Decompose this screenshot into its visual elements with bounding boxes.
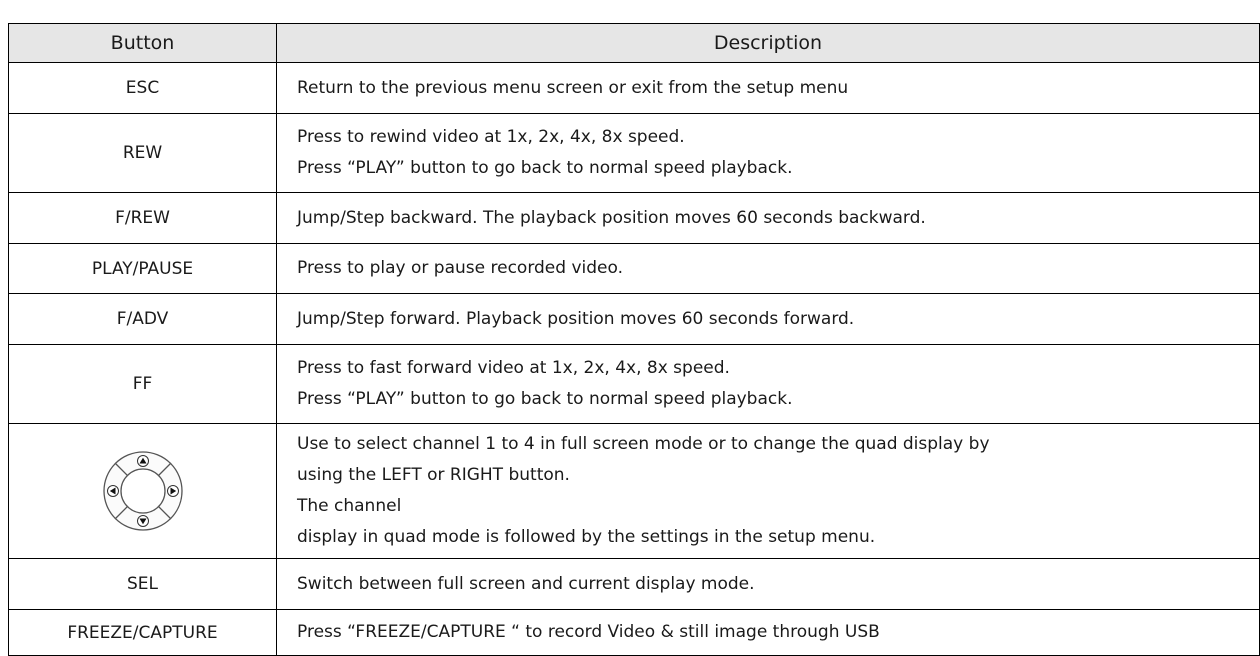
description-cell: Jump/Step backward. The playback positio… — [276, 192, 1260, 244]
description-cell: Switch between full screen and current d… — [276, 558, 1260, 610]
header-button: Button — [8, 23, 277, 63]
table-header-row: Button Description — [8, 23, 1260, 63]
description-line: using the LEFT or RIGHT button. — [297, 465, 570, 485]
description-line: Press to play or pause recorded video. — [297, 258, 624, 278]
table-row: F/REW Jump/Step backward. The playback p… — [8, 192, 1260, 244]
button-name: ESC — [8, 62, 277, 114]
description-cell: Press to play or pause recorded video. — [276, 243, 1260, 294]
button-name: F/REW — [8, 192, 277, 244]
table-row: ESC Return to the previous menu screen o… — [8, 62, 1260, 114]
description-line: Press “PLAY” button to go back to normal… — [297, 389, 793, 409]
table-row: FF Press to fast forward video at 1x, 2x… — [8, 344, 1260, 424]
table-row: Use to select channel 1 to 4 in full scr… — [8, 423, 1260, 559]
arrow-up-icon — [136, 455, 149, 467]
arrow-right-icon — [166, 485, 179, 497]
description-line: The channel — [297, 496, 402, 516]
table-row: PLAY/PAUSE Press to play or pause record… — [8, 243, 1260, 294]
arrow-down-icon — [136, 515, 149, 527]
description-cell: Use to select channel 1 to 4 in full scr… — [276, 423, 1260, 559]
description-line: Press “FREEZE/CAPTURE “ to record Video … — [297, 622, 880, 642]
description-line: Switch between full screen and current d… — [297, 573, 755, 594]
button-name: FREEZE/CAPTURE — [8, 609, 277, 656]
button-name: F/ADV — [8, 293, 277, 345]
table-row: SEL Switch between full screen and curre… — [8, 558, 1260, 610]
description-line: Press “PLAY” button to go back to normal… — [297, 158, 793, 178]
arrow-left-icon — [106, 485, 119, 497]
header-description: Description — [276, 23, 1260, 63]
description-line: Return to the previous menu screen or ex… — [297, 77, 849, 98]
button-description-table: Button Description ESC Return to the pre… — [8, 23, 1260, 656]
button-icon-cell — [8, 423, 277, 559]
table-row: REW Press to rewind video at 1x, 2x, 4x,… — [8, 113, 1260, 193]
description-cell: Jump/Step forward. Playback position mov… — [276, 293, 1260, 345]
description-cell: Press to rewind video at 1x, 2x, 4x, 8x … — [276, 113, 1260, 193]
table-row: F/ADV Jump/Step forward. Playback positi… — [8, 293, 1260, 345]
description-line: Jump/Step backward. The playback positio… — [297, 207, 926, 228]
description-cell: Return to the previous menu screen or ex… — [276, 62, 1260, 114]
description-cell: Press “FREEZE/CAPTURE “ to record Video … — [276, 609, 1260, 656]
button-name: SEL — [8, 558, 277, 610]
description-line: Jump/Step forward. Playback position mov… — [297, 308, 855, 329]
button-name: PLAY/PAUSE — [8, 243, 277, 294]
description-line: Press to rewind video at 1x, 2x, 4x, 8x … — [297, 127, 685, 147]
description-line: Press to fast forward video at 1x, 2x, 4… — [297, 358, 730, 378]
button-name: REW — [8, 113, 277, 193]
direction-pad-icon — [102, 451, 183, 531]
description-line: Use to select channel 1 to 4 in full scr… — [297, 434, 990, 454]
table-row: FREEZE/CAPTURE Press “FREEZE/CAPTURE “ t… — [8, 609, 1260, 656]
button-name: FF — [8, 344, 277, 424]
description-line: display in quad mode is followed by the … — [297, 527, 876, 547]
description-cell: Press to fast forward video at 1x, 2x, 4… — [276, 344, 1260, 424]
